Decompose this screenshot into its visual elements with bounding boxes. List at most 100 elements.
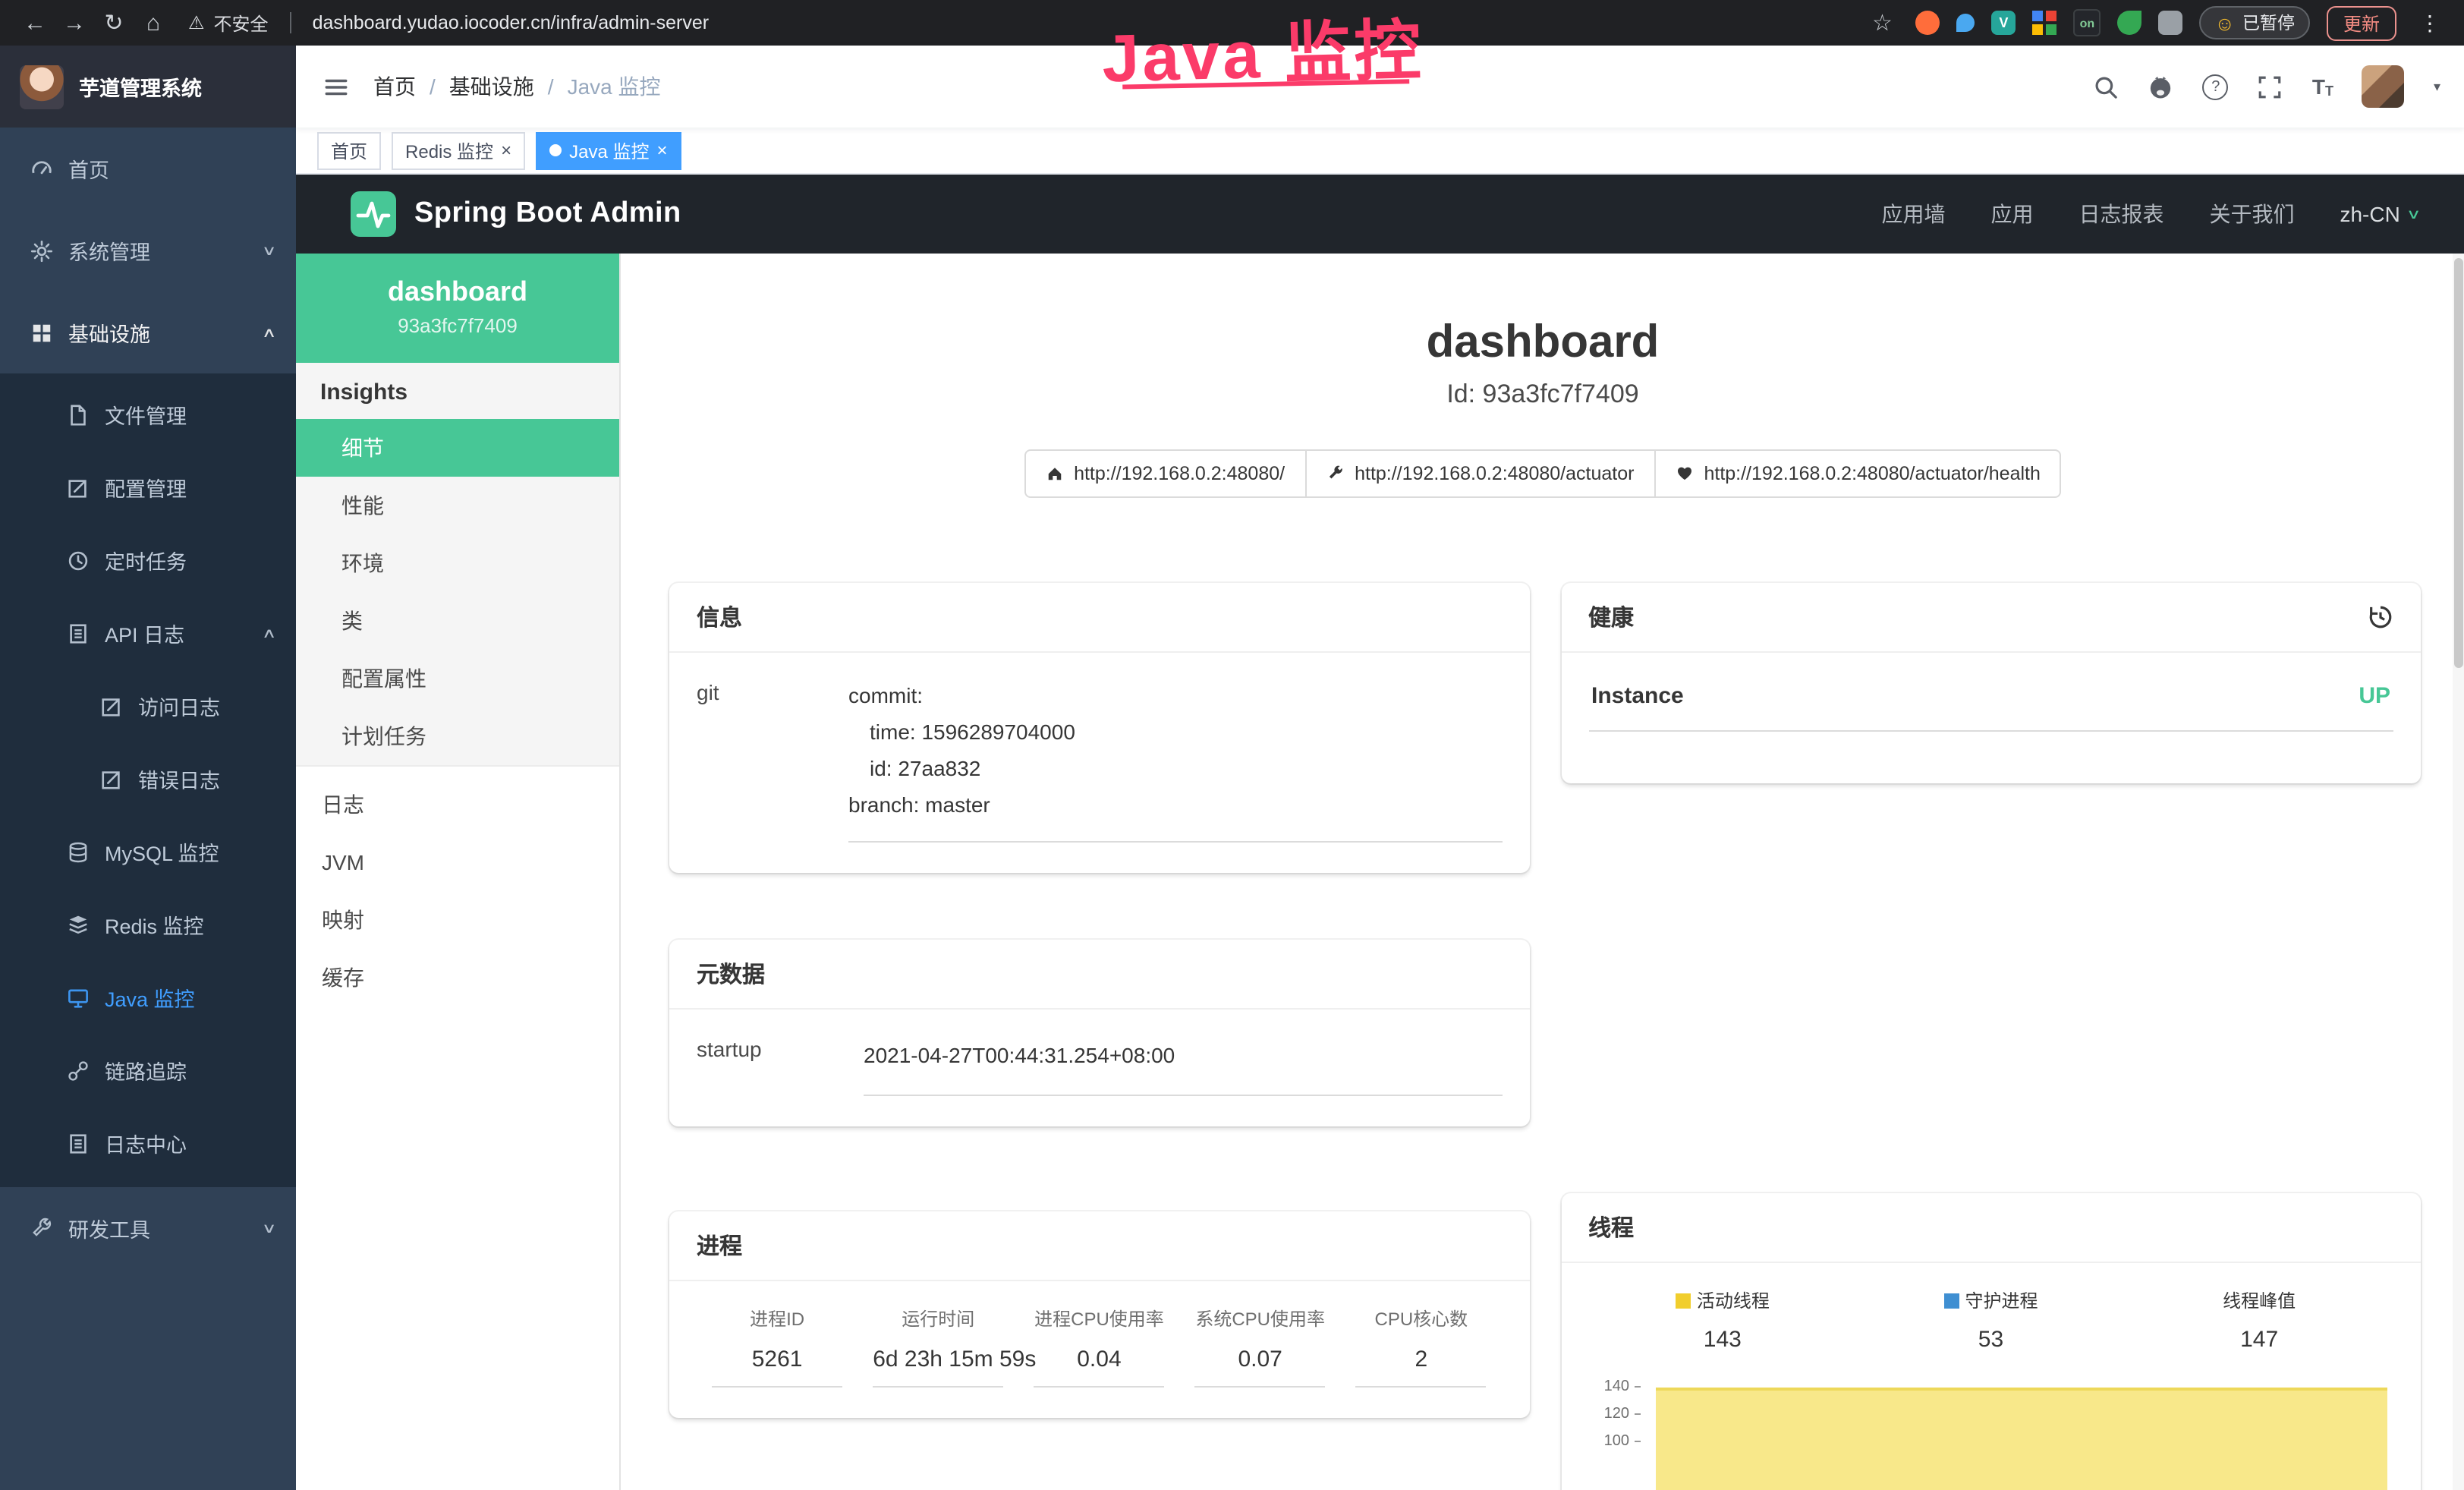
info-card: 信息 git commit: time: 1596289704000 [669, 583, 1529, 873]
history-icon[interactable] [2368, 604, 2393, 630]
instance-id-subtitle: Id: 93a3fc7f7409 [621, 380, 2464, 410]
sba-item-jvm[interactable]: JVM [296, 833, 619, 891]
sidebar-item-label: Redis 监控 [105, 909, 281, 940]
extensions-puzzle-icon[interactable] [2158, 11, 2182, 35]
sidebar-item-label: 基础设施 [68, 317, 250, 348]
sidebar-item-java-monitor[interactable]: Java 监控 [0, 961, 296, 1034]
extension-drop-icon[interactable] [1956, 14, 1975, 32]
browser-home-icon[interactable]: ⌂ [137, 6, 170, 39]
sidebar-item-home[interactable]: 首页 [0, 128, 296, 209]
sidebar-item-file-mgmt[interactable]: 文件管理 [0, 378, 296, 451]
scrollbar-thumb[interactable] [2454, 258, 2463, 668]
sba-item-logs[interactable]: 日志 [296, 776, 619, 833]
avatar-caret-icon[interactable]: ▾ [2434, 78, 2440, 95]
font-size-icon[interactable]: TT [2312, 74, 2333, 99]
sba-item-metrics[interactable]: 性能 [296, 477, 619, 534]
tag-redis-monitor[interactable]: Redis 监控 × [392, 131, 525, 169]
dashboard-icon [30, 157, 53, 180]
sidebar-item-mysql-monitor[interactable]: MySQL 监控 [0, 815, 296, 888]
extension-fox-icon[interactable] [1915, 11, 1940, 35]
sba-item-mappings[interactable]: 映射 [296, 891, 619, 949]
update-button[interactable]: 更新 [2327, 5, 2396, 40]
github-icon[interactable] [2148, 74, 2174, 99]
breadcrumb-home[interactable]: 首页 [373, 71, 416, 102]
tag-home[interactable]: 首页 [317, 131, 381, 169]
metric-uptime: 运行时间 6d 23h 15m 59s [858, 1306, 1018, 1388]
chevron-down-icon: ∨ [2407, 206, 2422, 222]
sba-logo-icon[interactable] [351, 191, 396, 237]
sidebar-item-scheduled-jobs[interactable]: 定时任务 [0, 524, 296, 597]
sidebar-item-dev-tools[interactable]: 研发工具 ∨ [0, 1187, 296, 1269]
sba-nav-applications[interactable]: 应用 [1990, 199, 2033, 229]
paused-label: 已暂停 [2242, 11, 2295, 35]
health-url-button[interactable]: http://192.168.0.2:48080/actuator/health [1654, 449, 2061, 498]
sidebar-item-infrastructure[interactable]: 基础设施 ∧ [0, 291, 296, 373]
health-card: 健康 Instance UP [1561, 583, 2421, 783]
help-icon[interactable]: ? [2203, 74, 2229, 99]
instance-url-button[interactable]: http://192.168.0.2:48080/ [1024, 449, 1306, 498]
search-icon[interactable] [2094, 74, 2119, 99]
live-threads-area [1655, 1388, 2387, 1490]
breadcrumb-separator: / [430, 74, 436, 99]
health-row[interactable]: Instance UP [1588, 677, 2393, 732]
sba-language-select[interactable]: zh-CN ∨ [2340, 202, 2419, 226]
sba-nav-about[interactable]: 关于我们 [2209, 199, 2294, 229]
address-bar[interactable]: ⚠ 不安全 dashboard.yudao.iocoder.cn/infra/a… [188, 10, 709, 36]
close-icon[interactable]: × [656, 141, 667, 159]
sidebar-item-access-logs[interactable]: 访问日志 [0, 669, 296, 742]
process-card-body: 进程ID 5261 运行时间 6d 23h 15m 59s [669, 1281, 1529, 1418]
sidebar-item-label: API 日志 [105, 618, 250, 648]
metric-value: 0.07 [1195, 1347, 1326, 1388]
sidebar-item-api-logs[interactable]: API 日志 ∧ [0, 597, 296, 669]
fullscreen-icon[interactable] [2258, 74, 2283, 99]
font-size-small: T [2325, 83, 2333, 99]
close-icon[interactable]: × [501, 141, 511, 159]
breadcrumb-infra[interactable]: 基础设施 [449, 71, 534, 102]
sidebar-item-log-center[interactable]: 日志中心 [0, 1107, 296, 1180]
url-text[interactable]: dashboard.yudao.iocoder.cn/infra/admin-s… [313, 12, 710, 33]
back-icon[interactable]: ← [18, 6, 52, 39]
tag-java-monitor[interactable]: Java 监控 × [536, 131, 681, 169]
sba-section-label: Insights [296, 363, 619, 419]
sidebar-item-redis-monitor[interactable]: Redis 监控 [0, 888, 296, 961]
sba-instance-header[interactable]: dashboard 93a3fc7f7409 [296, 254, 619, 363]
sidebar-item-error-logs[interactable]: 错误日志 [0, 742, 296, 815]
extension-on-badge[interactable]: on [2073, 9, 2101, 36]
sba-nav-wall[interactable]: 应用墙 [1881, 199, 1945, 229]
browser-menu-icon[interactable]: ⋮ [2413, 6, 2447, 39]
paused-badge[interactable]: ☺ 已暂停 [2199, 6, 2310, 39]
sba-item-scheduled-tasks[interactable]: 计划任务 [296, 707, 619, 765]
extension-leaf-icon[interactable] [2117, 11, 2141, 35]
sidebar-item-label: 日志中心 [105, 1128, 281, 1158]
forward-icon[interactable]: → [58, 6, 91, 39]
refresh-icon[interactable]: ↻ [97, 6, 131, 39]
hamburger-icon[interactable] [323, 74, 349, 99]
legend-swatch-blue [1943, 1293, 1959, 1308]
sba-item-classes[interactable]: 类 [296, 592, 619, 650]
user-avatar[interactable] [2362, 65, 2405, 108]
git-commit-line: commit: [848, 677, 1502, 713]
threads-legend: 活动线程 143 守护进程 [1588, 1287, 2393, 1353]
metadata-card-header: 元数据 [669, 940, 1529, 1010]
actuator-url-button[interactable]: http://192.168.0.2:48080/actuator [1304, 449, 1655, 498]
sba-item-caches[interactable]: 缓存 [296, 949, 619, 1006]
bookmark-star-icon[interactable]: ☆ [1865, 6, 1899, 39]
extension-vue-icon[interactable]: V [1991, 11, 2016, 35]
metadata-card: 元数据 startup 2021-04-27T00:44:31.254+08:0… [669, 940, 1529, 1126]
sidebar-item-config-mgmt[interactable]: 配置管理 [0, 451, 296, 524]
sba-item-environment[interactable]: 环境 [296, 534, 619, 592]
sba-item-details[interactable]: 细节 [296, 419, 619, 477]
tag-label: Java 监控 [569, 137, 649, 163]
sba-nav-journal[interactable]: 日志报表 [2079, 199, 2163, 229]
sidebar-item-link-tracing[interactable]: 链路追踪 [0, 1034, 296, 1107]
security-label[interactable]: 不安全 [214, 10, 269, 36]
sidebar-item-label: 研发工具 [68, 1213, 250, 1243]
scrollbar-track[interactable] [2453, 254, 2464, 1490]
spring-boot-admin: Spring Boot Admin 应用墙 应用 日志报表 关于我们 zh-CN… [296, 175, 2464, 1490]
sidebar-item-system[interactable]: 系统管理 ∨ [0, 209, 296, 291]
sba-item-config-props[interactable]: 配置属性 [296, 650, 619, 707]
extension-grid-icon[interactable] [2032, 11, 2056, 35]
git-id-line: id: 27aa832 [848, 750, 1502, 786]
app-logo[interactable]: 芋道管理系统 [0, 46, 296, 128]
document-icon [67, 622, 90, 644]
